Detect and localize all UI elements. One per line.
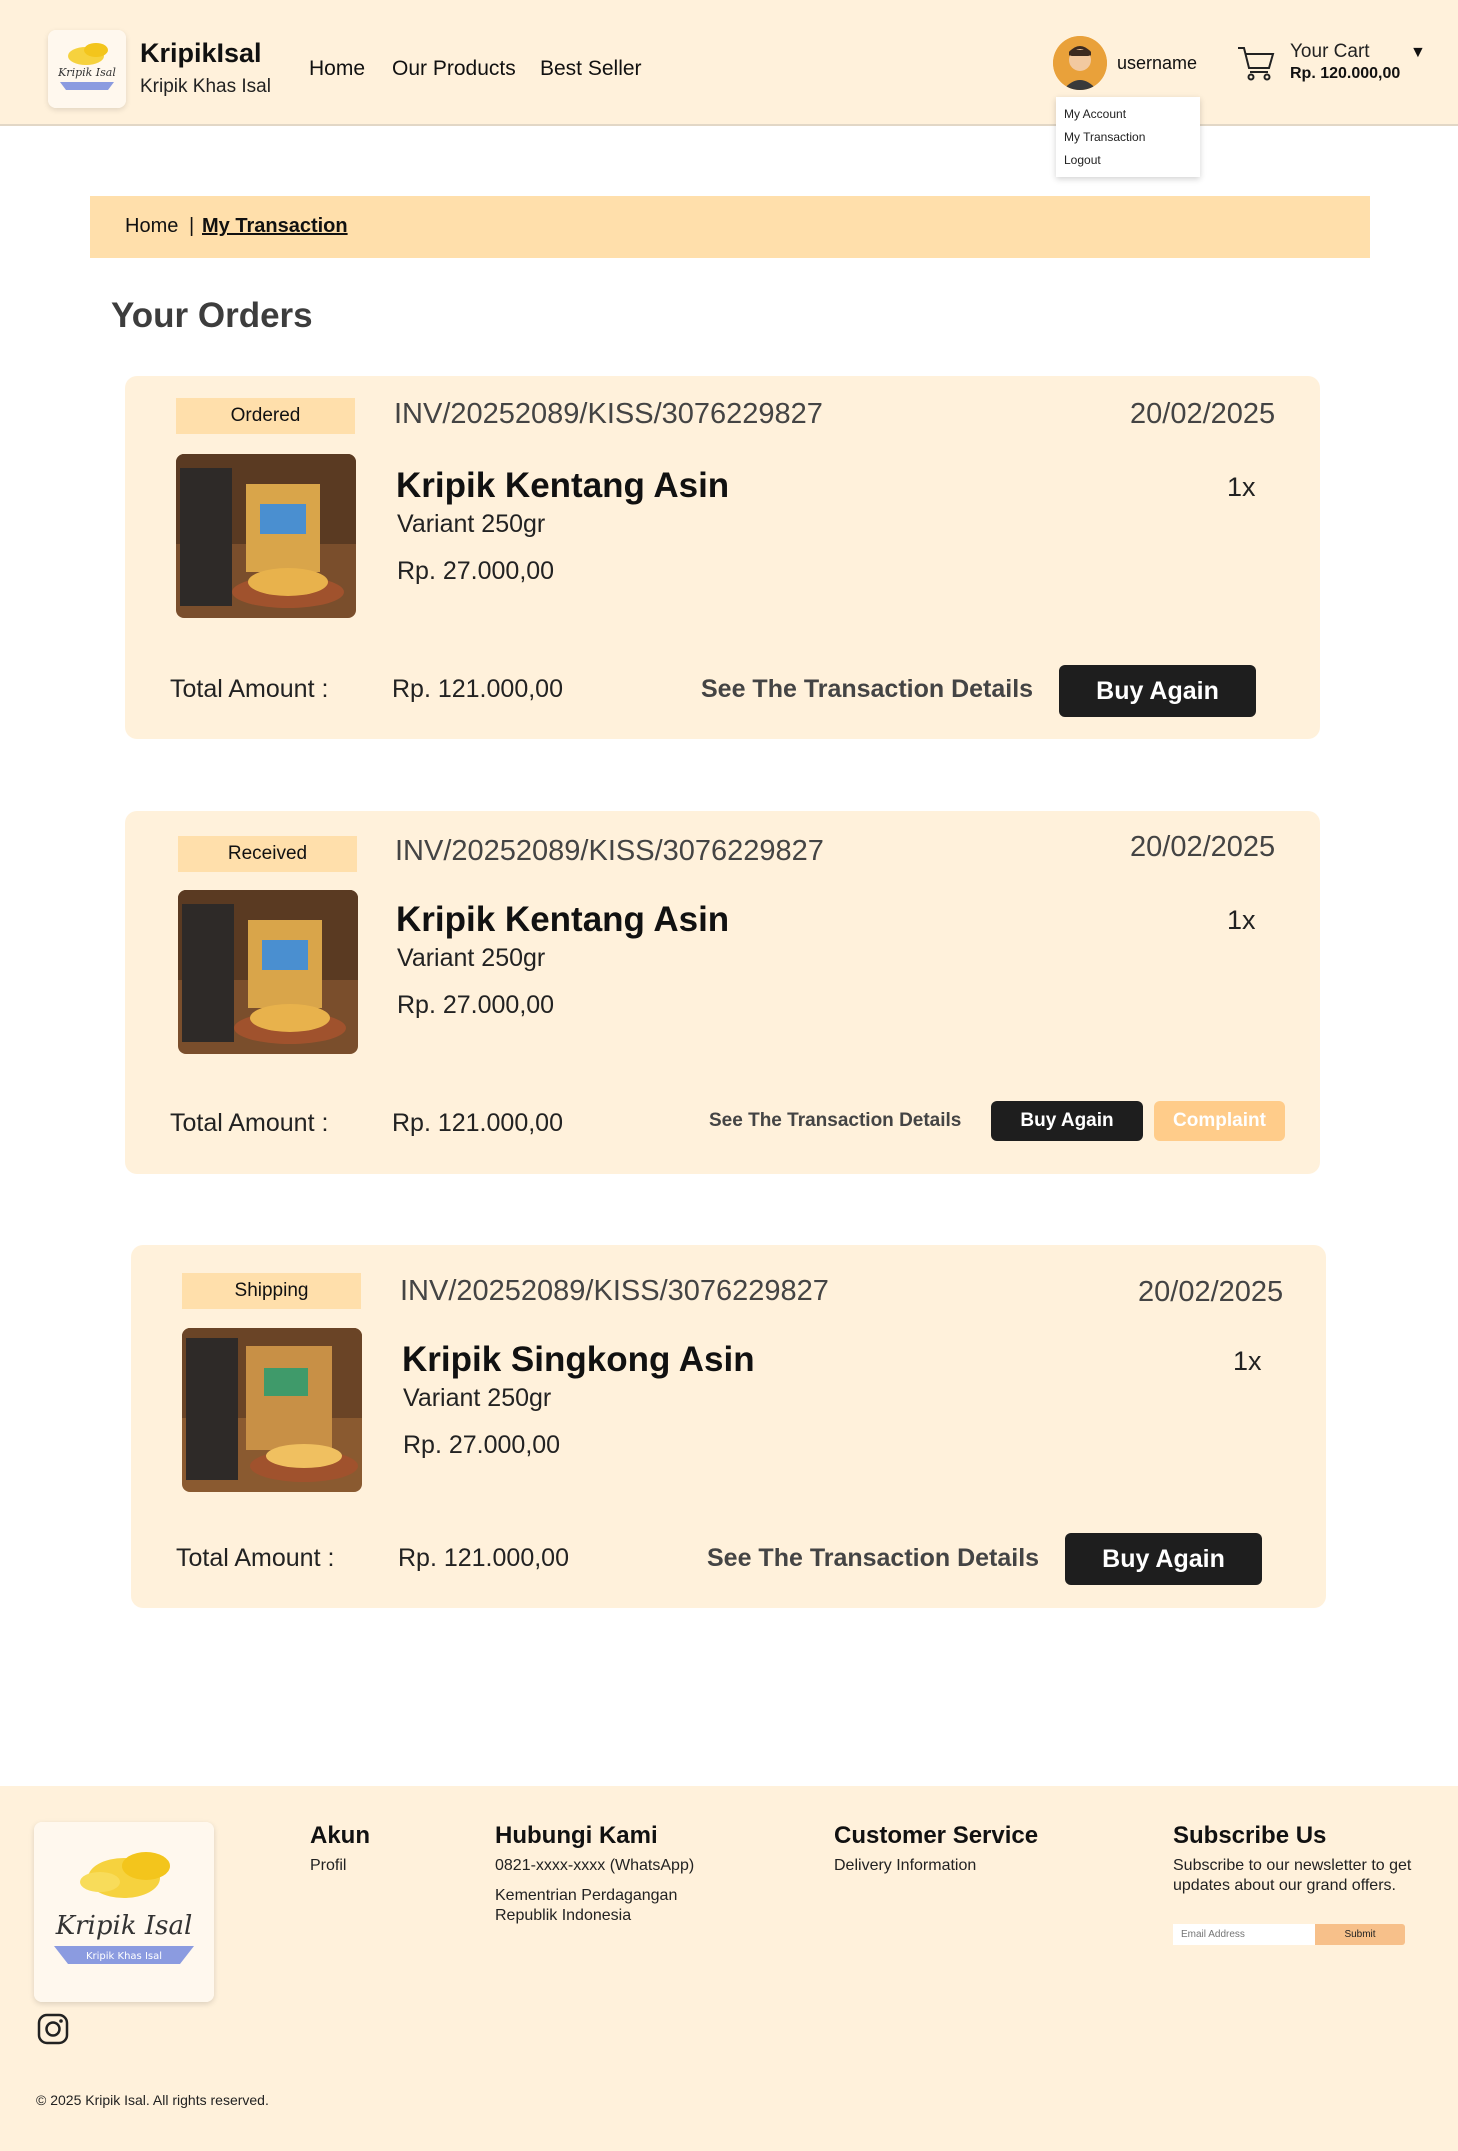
cart-label[interactable]: Your Cart xyxy=(1290,41,1370,63)
footer-delivery-link[interactable]: Delivery Information xyxy=(834,1856,976,1876)
footer-logo-ribbon: Kripik Khas Isal xyxy=(86,1951,162,1962)
product-image[interactable] xyxy=(176,454,356,618)
product-name: Kripik Kentang Asin xyxy=(396,466,730,505)
breadcrumb-home[interactable]: Home xyxy=(125,215,178,238)
transaction-details-link[interactable]: See The Transaction Details xyxy=(701,675,1033,704)
product-photo-icon xyxy=(182,1328,362,1492)
chips-logo-icon: Kripik Isal xyxy=(48,30,126,108)
footer-contact-line1: Kementrian Perdagangan xyxy=(495,1887,678,1904)
buy-again-button[interactable]: Buy Again xyxy=(991,1101,1143,1141)
product-image[interactable] xyxy=(182,1328,362,1492)
product-variant: Variant 250gr xyxy=(397,944,546,972)
complaint-button[interactable]: Complaint xyxy=(1154,1101,1285,1141)
product-photo-icon xyxy=(176,454,356,618)
user-avatar-icon xyxy=(1053,36,1107,90)
footer-akun-title: Akun xyxy=(310,1822,370,1849)
product-qty: 1x xyxy=(1233,1346,1262,1376)
invoice-number: INV/20252089/KISS/3076229827 xyxy=(394,398,823,430)
order-date: 20/02/2025 xyxy=(1130,398,1276,430)
chevron-down-icon[interactable]: ▼ xyxy=(1410,44,1426,62)
footer-subscribe-text: Subscribe to our newsletter to get updat… xyxy=(1173,1857,1412,1894)
footer-profil-link[interactable]: Profil xyxy=(310,1856,346,1876)
product-qty: 1x xyxy=(1227,905,1256,935)
total-label: Total Amount : xyxy=(170,1109,329,1137)
order-date: 20/02/2025 xyxy=(1130,831,1276,863)
product-variant: Variant 250gr xyxy=(403,1384,552,1412)
instagram-icon[interactable] xyxy=(36,2012,70,2046)
status-badge: Shipping xyxy=(182,1273,361,1309)
transaction-details-link[interactable]: See The Transaction Details xyxy=(707,1544,1039,1573)
order-card: Shipping INV/20252089/KISS/3076229827 20… xyxy=(131,1245,1326,1608)
product-price: Rp. 27.000,00 xyxy=(403,1431,561,1459)
nav-home[interactable]: Home xyxy=(309,57,365,81)
copyright: © 2025 Kripik Isal. All rights reserved. xyxy=(36,2092,269,2108)
breadcrumb-separator: | xyxy=(189,215,195,237)
product-price: Rp. 27.000,00 xyxy=(397,557,555,585)
footer-contact-title: Hubungi Kami xyxy=(495,1822,658,1849)
footer-contact-line2: Republik Indonesia xyxy=(495,1907,632,1924)
nav-our-products[interactable]: Our Products xyxy=(392,57,516,81)
email-field[interactable] xyxy=(1173,1924,1315,1945)
brand-name: KripikIsal xyxy=(140,38,262,68)
svg-text:Kripik Isal: Kripik Isal xyxy=(57,66,116,79)
total-label: Total Amount : xyxy=(170,675,329,703)
site-footer: Kripik Isal Kripik Khas Isal Akun Profil… xyxy=(0,1786,1458,2151)
brand-logo[interactable]: Kripik Isal xyxy=(48,30,126,108)
product-price: Rp. 27.000,00 xyxy=(397,991,555,1019)
total-label: Total Amount : xyxy=(176,1544,335,1572)
footer-cs-title: Customer Service xyxy=(834,1822,1039,1849)
footer-subscribe-title: Subscribe Us xyxy=(1173,1822,1327,1849)
order-card: Ordered INV/20252089/KISS/3076229827 20/… xyxy=(125,376,1320,739)
nav-best-seller[interactable]: Best Seller xyxy=(540,57,642,81)
total-value: Rp. 121.000,00 xyxy=(398,1544,569,1572)
invoice-number: INV/20252089/KISS/3076229827 xyxy=(400,1275,829,1307)
order-date: 20/02/2025 xyxy=(1138,1276,1284,1308)
product-name: Kripik Kentang Asin xyxy=(396,900,730,939)
menu-item-my-account[interactable]: My Account xyxy=(1056,103,1200,126)
status-badge: Received xyxy=(178,836,357,872)
status-badge: Ordered xyxy=(176,398,355,434)
footer-contact-phone[interactable]: 0821-xxxx-xxxx (WhatsApp) xyxy=(495,1856,694,1876)
product-photo-icon xyxy=(178,890,358,1054)
brand-tagline: Kripik Khas Isal xyxy=(140,76,271,97)
site-header: Kripik Isal KripikIsal Kripik Khas Isal … xyxy=(0,0,1458,126)
chips-logo-icon: Kripik Isal Kripik Khas Isal xyxy=(34,1822,214,2002)
invoice-number: INV/20252089/KISS/3076229827 xyxy=(395,835,824,867)
buy-again-button[interactable]: Buy Again xyxy=(1059,665,1256,717)
menu-item-my-transaction[interactable]: My Transaction xyxy=(1056,126,1200,149)
transaction-details-link[interactable]: See The Transaction Details xyxy=(709,1110,961,1132)
username[interactable]: username xyxy=(1117,53,1197,74)
shopping-cart-icon[interactable] xyxy=(1236,44,1276,82)
breadcrumb-current[interactable]: My Transaction xyxy=(202,215,348,238)
product-qty: 1x xyxy=(1227,472,1256,502)
cart-total: Rp. 120.000,00 xyxy=(1290,65,1401,82)
order-card: Received INV/20252089/KISS/3076229827 20… xyxy=(125,811,1320,1174)
footer-logo-text: Kripik Isal xyxy=(55,1911,193,1941)
product-name: Kripik Singkong Asin xyxy=(402,1340,755,1379)
product-image[interactable] xyxy=(178,890,358,1054)
footer-logo[interactable]: Kripik Isal Kripik Khas Isal xyxy=(34,1822,214,2002)
total-value: Rp. 121.000,00 xyxy=(392,675,563,703)
account-dropdown: My Account My Transaction Logout xyxy=(1056,97,1200,177)
product-variant: Variant 250gr xyxy=(397,510,546,538)
total-value: Rp. 121.000,00 xyxy=(392,1109,563,1137)
breadcrumb: Home | My Transaction xyxy=(90,196,1370,258)
avatar[interactable] xyxy=(1053,36,1107,90)
page-title: Your Orders xyxy=(111,296,313,335)
buy-again-button[interactable]: Buy Again xyxy=(1065,1533,1262,1585)
submit-button[interactable]: Submit xyxy=(1315,1924,1405,1945)
menu-item-logout[interactable]: Logout xyxy=(1056,149,1200,172)
